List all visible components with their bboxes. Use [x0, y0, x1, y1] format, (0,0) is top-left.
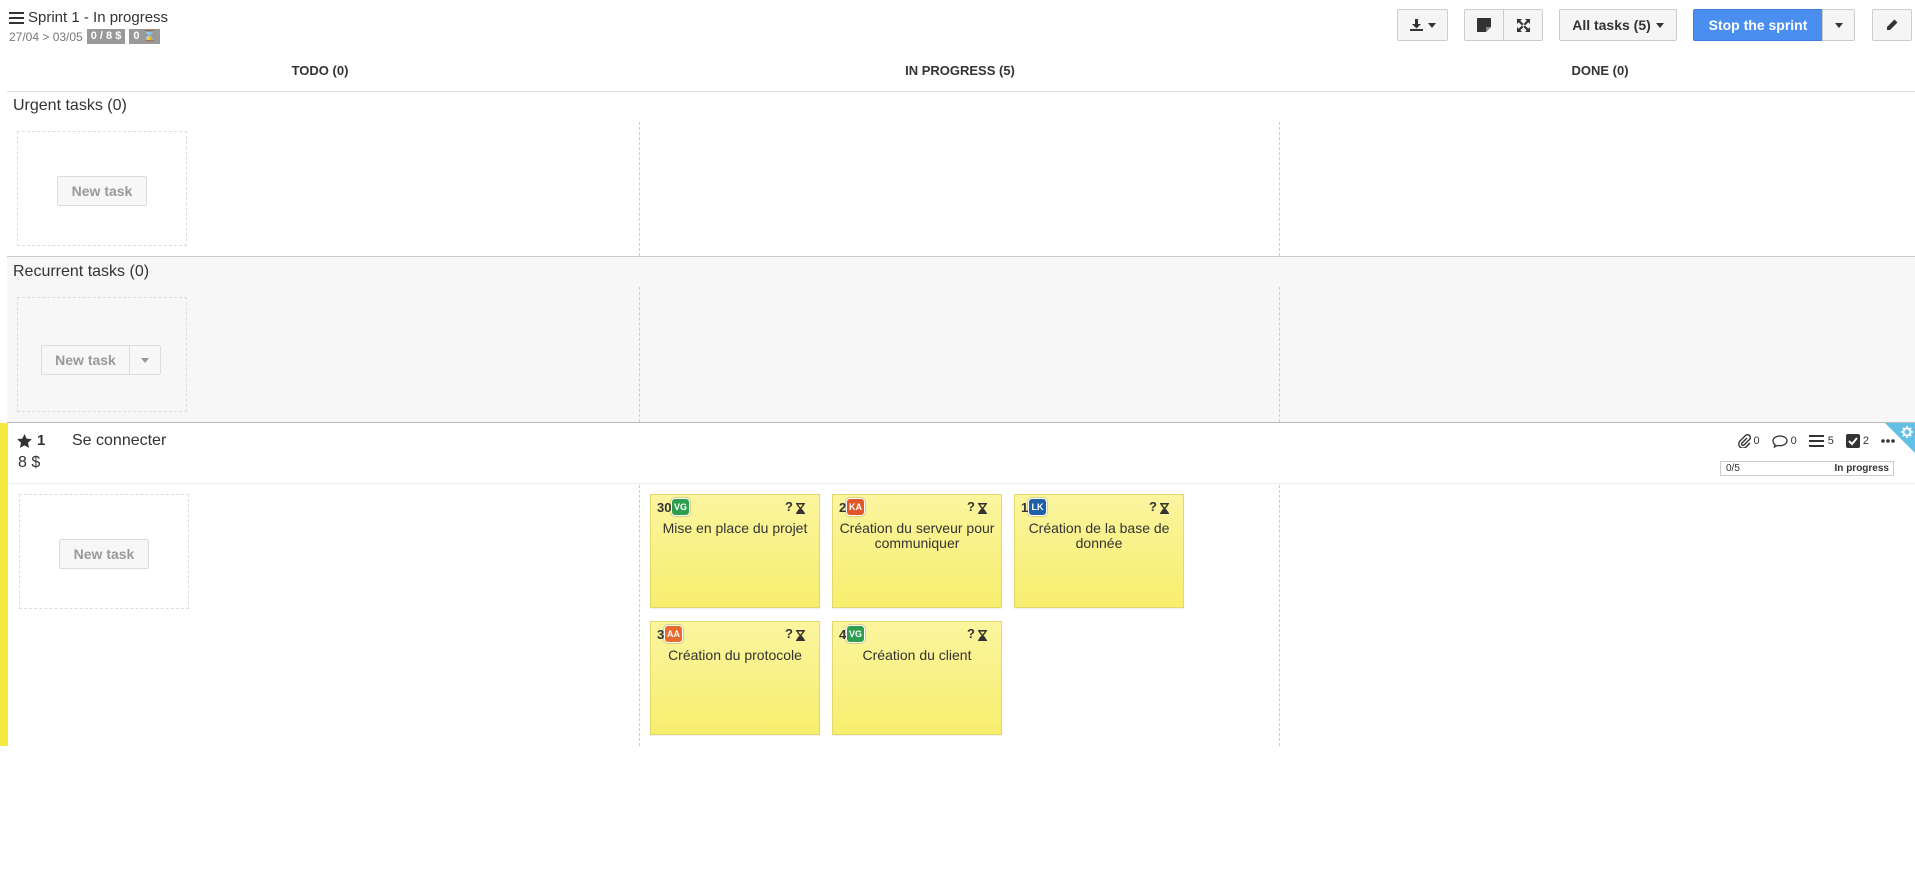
task-estimate[interactable]: ? [967, 626, 975, 641]
task-card[interactable]: 3 AA? Création du protocole [650, 621, 820, 735]
user-avatar[interactable]: VG [846, 625, 865, 643]
task-estimate[interactable]: ? [1149, 499, 1157, 514]
task-name: Création du client [862, 647, 972, 663]
column-separator [1279, 287, 1280, 422]
tasks-icon [1808, 435, 1824, 447]
recurrent-new-task-dropdown[interactable] [129, 345, 161, 375]
more-icon [1881, 439, 1895, 443]
user-avatar[interactable]: LK [1028, 498, 1047, 516]
sprint-dates: 27/04 > 03/05 [9, 29, 83, 44]
fullscreen-button[interactable] [1503, 9, 1543, 41]
hourglass-icon [978, 630, 987, 641]
acceptance-count: 2 [1862, 435, 1869, 447]
column-separator [639, 122, 640, 256]
postit-view-button[interactable] [1464, 9, 1504, 41]
sprint-actions-dropdown[interactable] [1822, 9, 1855, 41]
tasks-count: 5 [1827, 435, 1834, 447]
hourglass-icon [978, 503, 987, 514]
column-separator [639, 485, 640, 746]
story-tools: 0 0 5 2 [1737, 434, 1896, 448]
sprint-subtitle: 27/04 > 03/05 0 / 8 $ 0 ⌛ [9, 29, 161, 44]
story-more-menu[interactable] [1881, 439, 1895, 443]
story-color-bar [0, 423, 8, 746]
task-filter-dropdown[interactable]: All tasks (5) [1559, 9, 1677, 41]
sprint-title-text: Sprint 1 - In progress [28, 9, 169, 26]
story-rank: 1 [17, 432, 45, 449]
pencil-icon [1887, 19, 1898, 30]
hourglass-icon [796, 630, 805, 641]
user-avatar[interactable]: VG [671, 498, 690, 516]
recurrent-new-task-button[interactable]: New task [41, 345, 130, 375]
task-estimate[interactable]: ? [967, 499, 975, 514]
attachments-counter[interactable]: 0 [1737, 434, 1760, 448]
user-avatar[interactable]: KA [846, 498, 865, 516]
task-filter-label: All tasks (5) [1572, 17, 1651, 33]
column-separator [639, 287, 640, 422]
progress-tasks: 0/5 [1726, 463, 1740, 474]
gear-icon[interactable] [1901, 426, 1913, 438]
list-icon [9, 11, 24, 24]
hourglass-icon [1160, 503, 1169, 514]
story-new-task-button[interactable]: New task [59, 539, 149, 569]
comments-count: 0 [1790, 435, 1797, 447]
recurrent-lane: Recurrent tasks (0) New task [7, 257, 1915, 422]
story-title[interactable]: Se connecter [72, 432, 166, 450]
time-badge: 0 ⌛ [129, 29, 161, 44]
attachments-count: 0 [1753, 435, 1760, 447]
edit-sprint-button[interactable] [1872, 9, 1912, 41]
column-header-in-progress: IN PROGRESS (5) [905, 63, 1015, 78]
urgent-new-task-button[interactable]: New task [57, 176, 147, 206]
task-id: 30 [657, 500, 672, 515]
comments-counter[interactable]: 0 [1771, 434, 1797, 448]
column-header-todo: TODO (0) [291, 63, 349, 78]
export-button[interactable] [1397, 9, 1448, 41]
recurrent-lane-title: Recurrent tasks (0) [13, 263, 150, 280]
chevron-down-icon [1655, 22, 1664, 28]
star-icon[interactable] [17, 433, 32, 448]
progress-state: In progress [1834, 463, 1889, 474]
sticky-note-icon [1477, 18, 1491, 32]
urgent-lane-title: Urgent tasks (0) [13, 97, 127, 114]
task-card[interactable]: 4 VG? Création du client [832, 621, 1002, 735]
task-estimate[interactable]: ? [785, 626, 793, 641]
checkbox-icon [1845, 434, 1860, 448]
hourglass-icon [796, 503, 805, 514]
tasks-counter[interactable]: 5 [1808, 435, 1834, 447]
task-estimate[interactable]: ? [785, 499, 793, 514]
sprint-title[interactable]: Sprint 1 - In progress [9, 9, 168, 26]
user-avatar[interactable]: AA [664, 625, 683, 643]
task-name: Création du serveur pour communiquer [839, 520, 995, 551]
chevron-down-icon [1427, 22, 1436, 28]
stop-sprint-label: Stop the sprint [1708, 17, 1808, 33]
acceptance-tests-counter[interactable]: 2 [1845, 434, 1869, 448]
task-card[interactable]: 30 VG? Mise en place du projet [650, 494, 820, 608]
comment-icon [1771, 434, 1788, 448]
sprint-header: Sprint 1 - In progress 27/04 > 03/05 0 /… [0, 0, 1915, 56]
column-separator [1279, 122, 1280, 256]
story-progress: 0/5 In progress [1720, 461, 1894, 476]
download-icon [1409, 19, 1423, 31]
task-card[interactable]: 2 KA? Création du serveur pour communiquer [832, 494, 1002, 608]
divider [7, 422, 1915, 423]
divider [8, 483, 1915, 484]
expand-icon [1516, 18, 1530, 32]
column-header-done: DONE (0) [1571, 63, 1629, 78]
paperclip-icon [1737, 434, 1751, 448]
story-rank-number: 1 [37, 432, 46, 449]
chevron-down-icon [1834, 22, 1843, 28]
points-badge: 0 / 8 $ [86, 29, 126, 44]
stop-sprint-button[interactable]: Stop the sprint [1693, 9, 1823, 41]
urgent-lane: Urgent tasks (0) New task [7, 92, 1915, 256]
task-name: Création du protocole [668, 647, 802, 663]
chevron-down-icon [141, 357, 149, 363]
task-name: Mise en place du projet [662, 520, 808, 536]
task-card[interactable]: 1 LK? Création de la base de donnée [1014, 494, 1184, 608]
story-value: 8 $ [18, 454, 41, 471]
column-separator [1279, 485, 1280, 746]
task-name: Création de la base de donnée [1028, 520, 1170, 551]
